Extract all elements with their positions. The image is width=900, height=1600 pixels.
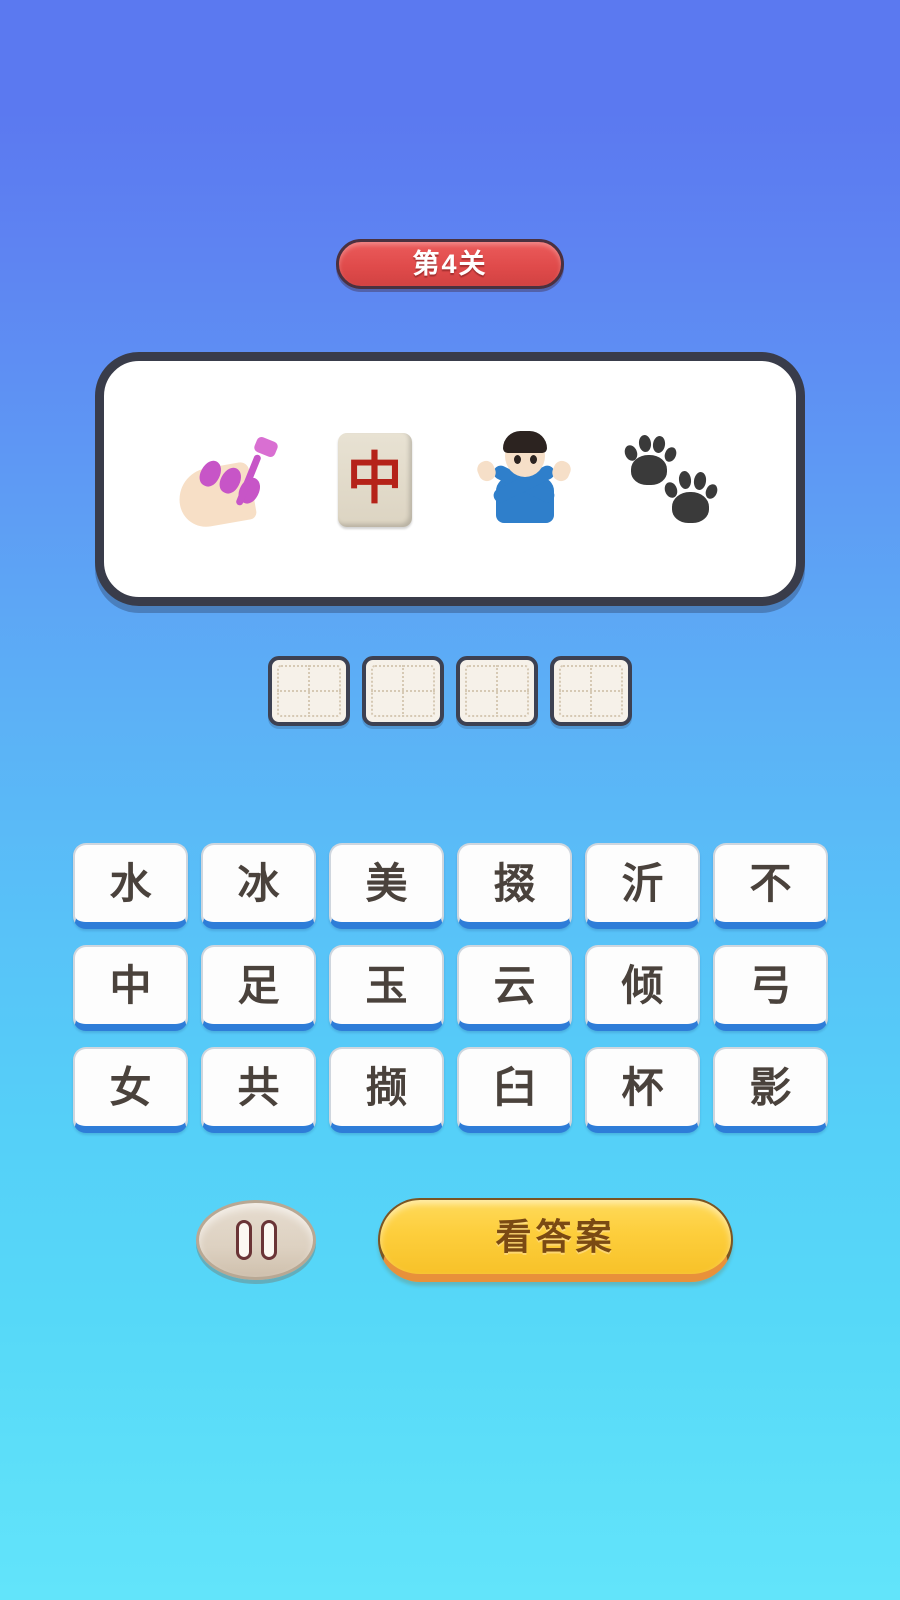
- character-tile-label: 杯: [621, 1062, 664, 1112]
- mahjong-zhong-glyph: 中: [346, 447, 403, 512]
- character-tile-label: 不: [749, 858, 792, 908]
- character-tile-label: 弓: [749, 960, 792, 1010]
- mahjong-red-dragon-emoji: 中: [324, 427, 428, 531]
- character-tile[interactable]: 沂: [585, 843, 700, 929]
- character-tile-label: 倾: [621, 960, 664, 1010]
- level-badge-container: 第4关: [0, 239, 900, 289]
- character-tile[interactable]: 共: [201, 1047, 316, 1133]
- pause-button[interactable]: [196, 1200, 316, 1280]
- character-tile-label: 沂: [621, 858, 664, 908]
- show-answer-button[interactable]: 看答案: [378, 1198, 733, 1282]
- character-tile[interactable]: 女: [73, 1047, 188, 1133]
- character-tile-label: 撷: [365, 1062, 408, 1112]
- pause-icon-bar-right: [260, 1220, 277, 1260]
- character-tile-label: 美: [365, 858, 408, 908]
- character-tile-label: 足: [237, 960, 280, 1010]
- character-tile-grid: 水 冰 美 掇 沂 不中 足 玉 云 倾 弓女 共 撷 臼 杯 影: [73, 843, 828, 1133]
- character-tile[interactable]: 玉: [329, 945, 444, 1031]
- answer-slot[interactable]: [550, 656, 632, 726]
- person-gesturing-no-emoji: [472, 427, 576, 531]
- answer-slot-char: [460, 660, 534, 722]
- character-tile-label: 玉: [365, 960, 408, 1010]
- character-tile[interactable]: 不: [713, 843, 828, 929]
- character-tile-label: 冰: [237, 858, 280, 908]
- nail-polish-emoji: [174, 427, 279, 531]
- character-tile[interactable]: 倾: [585, 945, 700, 1031]
- character-tile[interactable]: 臼: [457, 1047, 572, 1133]
- answer-slot-char: [272, 660, 346, 722]
- answer-slot[interactable]: [456, 656, 538, 726]
- character-tile[interactable]: 水: [73, 843, 188, 929]
- level-badge-label: 第4关: [412, 248, 488, 279]
- show-answer-label: 看答案: [495, 1216, 616, 1257]
- level-badge: 第4关: [336, 239, 564, 289]
- game-screen: 第4关 中 水 冰 美 掇 沂 不 中 足 玉 云 倾 弓 女 共 撷 臼 杯 …: [0, 0, 900, 1600]
- character-tile[interactable]: 杯: [585, 1047, 700, 1133]
- bottom-controls: 看答案: [0, 1198, 900, 1288]
- character-tile[interactable]: 撷: [329, 1047, 444, 1133]
- answer-slot[interactable]: [268, 656, 350, 726]
- clue-card: 中: [95, 352, 805, 606]
- paw-prints-emoji: [621, 427, 725, 531]
- character-tile[interactable]: 足: [201, 945, 316, 1031]
- character-tile[interactable]: 中: [73, 945, 188, 1031]
- character-tile[interactable]: 云: [457, 945, 572, 1031]
- pause-icon-bar-left: [235, 1220, 252, 1260]
- answer-slot-char: [554, 660, 628, 722]
- answer-slot[interactable]: [362, 656, 444, 726]
- character-tile[interactable]: 冰: [201, 843, 316, 929]
- character-tile-label: 臼: [493, 1062, 536, 1112]
- character-tile[interactable]: 掇: [457, 843, 572, 929]
- character-tile[interactable]: 弓: [713, 945, 828, 1031]
- character-tile-label: 影: [749, 1062, 792, 1112]
- character-tile-label: 云: [493, 960, 536, 1010]
- character-tile-label: 女: [109, 1062, 152, 1112]
- answer-slot-char: [366, 660, 440, 722]
- character-tile-label: 共: [237, 1062, 280, 1112]
- answer-slot-row: [0, 656, 900, 726]
- character-tile-label: 中: [109, 960, 152, 1010]
- character-tile-label: 水: [109, 858, 152, 908]
- character-tile[interactable]: 美: [329, 843, 444, 929]
- character-tile-label: 掇: [493, 858, 536, 908]
- character-tile[interactable]: 影: [713, 1047, 828, 1133]
